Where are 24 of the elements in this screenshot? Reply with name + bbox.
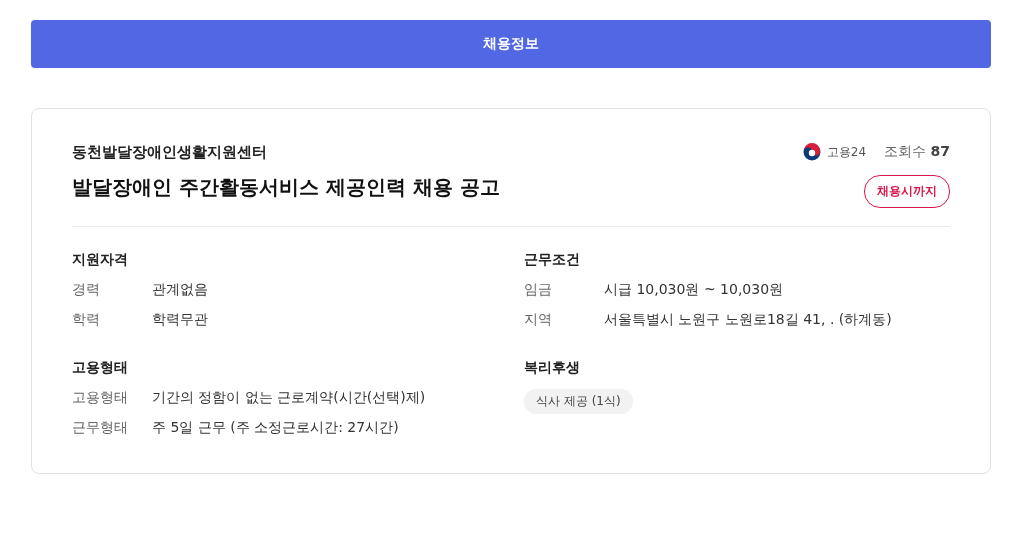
field-value: 시급 10,030원 ~ 10,030원 bbox=[604, 281, 784, 299]
field-label: 임금 bbox=[524, 281, 553, 299]
benefit-tag: 식사 제공 (1식) bbox=[524, 389, 633, 414]
field-label: 고용형태 bbox=[72, 389, 129, 407]
field-label: 학력 bbox=[72, 311, 101, 329]
field-label: 경력 bbox=[72, 281, 101, 299]
field-label: 지역 bbox=[524, 311, 553, 329]
view-count: 조회수 87 bbox=[884, 143, 950, 161]
field-value: 주 5일 근무 (주 소정근로시간: 27시간) bbox=[152, 419, 399, 437]
deadline-badge: 채용시까지 bbox=[864, 175, 950, 208]
field-label: 근무형태 bbox=[72, 419, 129, 437]
source-label: 고용24 bbox=[826, 143, 867, 161]
emblem-icon bbox=[802, 143, 821, 161]
field-value: 서울특별시 노원구 노원로18길 41, . (하계동) bbox=[604, 311, 892, 329]
field-value: 관계없음 bbox=[152, 281, 208, 299]
field-value: 기간의 정함이 없는 근로계약(시간(선택)제) bbox=[152, 389, 426, 407]
job-title: 발달장애인 주간활동서비스 제공인력 채용 공고 bbox=[72, 174, 500, 201]
section-title: 지원자격 bbox=[72, 251, 129, 269]
field-value: 학력무관 bbox=[152, 311, 208, 329]
header-title: 채용정보 bbox=[483, 35, 539, 53]
section-title: 복리후생 bbox=[524, 359, 581, 377]
section-title: 고용형태 bbox=[72, 359, 129, 377]
section-title: 근무조건 bbox=[524, 251, 581, 269]
company-name: 동천발달장애인생활지원센터 bbox=[72, 143, 268, 162]
